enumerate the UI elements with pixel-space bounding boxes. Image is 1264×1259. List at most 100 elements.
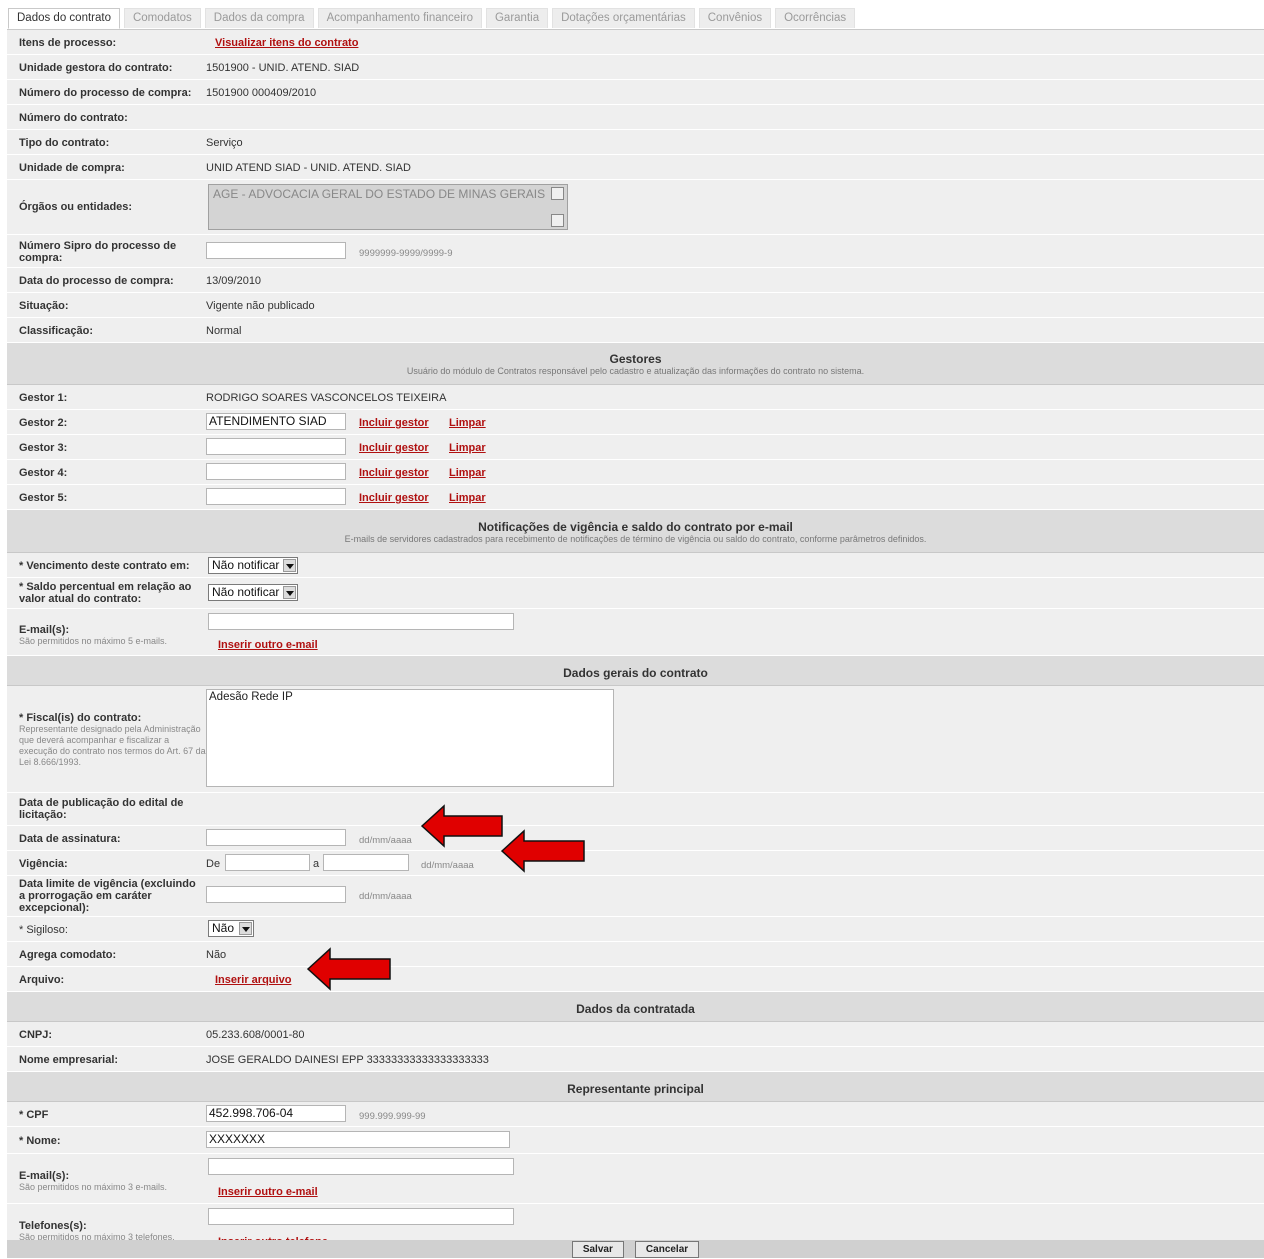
gestor-4-input[interactable] [206, 463, 346, 480]
notificacoes-desc: E-mails de servidores cadastrados para r… [344, 534, 927, 544]
scroll-up-icon[interactable] [551, 187, 564, 200]
unidade-gestora-label: Unidade gestora do contrato: [19, 62, 173, 74]
saldo-select[interactable]: Não notificar [208, 584, 298, 601]
telefone-input[interactable] [208, 1208, 514, 1225]
tab-garantia[interactable]: Garantia [485, 8, 549, 28]
incluir-gestor-4-link[interactable]: Incluir gestor [359, 467, 429, 479]
email-notif-sub: São permitidos no máximo 5 e-mails. [19, 636, 168, 646]
assinatura-hint: dd/mm/aaaa [359, 835, 412, 846]
row-gestor-1: Gestor 1: RODRIGO SOARES VASCONCELOS TEI… [7, 385, 1264, 410]
dados-gerais-section-header: Dados gerais do contrato [7, 656, 1264, 686]
chevron-down-icon[interactable] [283, 559, 296, 572]
notificacoes-title: Notificações de vigência e saldo do cont… [478, 520, 793, 534]
sipro-hint: 9999999-9999/9999-9 [359, 248, 453, 259]
row-vencimento: * Vencimento deste contrato em: Não noti… [7, 553, 1264, 578]
sigiloso-label: * Sigiloso: [19, 924, 68, 936]
incluir-gestor-2-link[interactable]: Incluir gestor [359, 417, 429, 429]
row-unidade-gestora: Unidade gestora do contrato: 1501900 - U… [7, 55, 1264, 80]
orgaos-listbox[interactable]: AGE - ADVOCACIA GERAL DO ESTADO DE MINAS… [208, 184, 568, 230]
cnpj-value: 05.233.608/0001-80 [206, 1029, 305, 1041]
dados-gerais-title: Dados gerais do contrato [563, 666, 708, 680]
row-unidade-compra: Unidade de compra: UNID ATEND SIAD - UNI… [7, 155, 1264, 180]
cpf-input[interactable]: 452.998.706-04 [206, 1105, 346, 1122]
row-arquivo: Arquivo: Inserir arquivo [7, 967, 1264, 992]
tab-ocorrencias[interactable]: Ocorrências [775, 8, 856, 28]
row-emails-notif: E-mail(s): São permitidos no máximo 5 e-m… [7, 609, 1264, 656]
row-situacao: Situação: Vigente não publicado [7, 293, 1264, 318]
gestor-3-input[interactable] [206, 438, 346, 455]
limpar-gestor-4-link[interactable]: Limpar [449, 467, 486, 479]
sipro-input[interactable] [206, 242, 346, 259]
tab-dotacoes[interactable]: Dotações orçamentárias [552, 8, 695, 28]
limpar-gestor-5-link[interactable]: Limpar [449, 492, 486, 504]
vigencia-inicio-input[interactable] [225, 854, 310, 871]
fiscal-label: * Fiscal(is) do contrato: Representante d… [19, 712, 209, 768]
vigencia-fim-input[interactable] [323, 854, 409, 871]
inserir-email-notif-link[interactable]: Inserir outro e-mail [218, 639, 318, 651]
contract-form: Itens de processo: Visualizar itens do c… [7, 29, 1264, 1253]
row-gestor-3: Gestor 3: Incluir gestor Limpar [7, 435, 1264, 460]
limpar-gestor-2-link[interactable]: Limpar [449, 417, 486, 429]
contratada-title: Dados da contratada [576, 1002, 695, 1016]
email-notif-input[interactable] [208, 613, 514, 630]
visualizar-itens-link[interactable]: Visualizar itens do contrato [215, 37, 358, 49]
vigencia-de-text: De [206, 858, 221, 870]
classificacao-value: Normal [206, 325, 242, 337]
cancelar-button[interactable]: Cancelar [634, 1241, 700, 1258]
situacao-value: Vigente não publicado [206, 300, 315, 312]
row-nome-rep: * Nome: XXXXXXX [7, 1127, 1264, 1154]
tab-convenios[interactable]: Convênios [698, 8, 772, 28]
incluir-gestor-3-link[interactable]: Incluir gestor [359, 442, 429, 454]
row-email-rep: E-mail(s): São permitidos no máximo 3 e-m… [7, 1154, 1264, 1204]
representante-section-header: Representante principal [7, 1072, 1264, 1102]
tipo-value: Serviço [206, 137, 243, 149]
limite-hint: dd/mm/aaaa [359, 891, 412, 902]
cpf-label: * CPF [19, 1109, 49, 1121]
gestor-2-input[interactable]: ATENDIMENTO SIAD [206, 413, 346, 430]
sigiloso-select[interactable]: Não [208, 920, 254, 937]
classificacao-label: Classificação: [19, 325, 93, 337]
vencimento-select[interactable]: Não notificar [208, 557, 298, 574]
email-rep-input[interactable] [208, 1158, 514, 1175]
row-tipo: Tipo do contrato: Serviço [7, 130, 1264, 155]
row-cpf: * CPF 452.998.706-04 999.999.999-99 [7, 1102, 1264, 1127]
gestor-4-label: Gestor 4: [19, 467, 68, 479]
vencimento-label: * Vencimento deste contrato em: [19, 560, 190, 572]
gestor-5-input[interactable] [206, 488, 346, 505]
salvar-button[interactable]: Salvar [571, 1241, 624, 1258]
nome-rep-input[interactable]: XXXXXXX [206, 1131, 510, 1148]
orgaos-option[interactable]: AGE - ADVOCACIA GERAL DO ESTADO DE MINAS… [213, 187, 545, 201]
tab-dados-compra[interactable]: Dados da compra [204, 8, 314, 28]
gestores-title: Gestores [609, 352, 662, 366]
tab-bar: Dados do contrato Comodatos Dados da com… [8, 8, 856, 29]
chevron-down-icon[interactable] [239, 922, 252, 935]
tab-acompanhamento-financeiro[interactable]: Acompanhamento financeiro [317, 8, 482, 28]
inserir-arquivo-link[interactable]: Inserir arquivo [215, 974, 291, 986]
unidade-gestora-value: 1501900 - UNID. ATEND. SIAD [206, 62, 360, 74]
gestores-desc: Usuário do módulo de Contratos responsáv… [406, 366, 865, 376]
row-gestor-5: Gestor 5: Incluir gestor Limpar [7, 485, 1264, 510]
nome-empresarial-value: JOSE GERALDO DAINESI EPP 333333333333333… [206, 1054, 489, 1066]
fiscal-textarea[interactable]: Adesão Rede IP [206, 689, 614, 787]
fiscal-label-text: * Fiscal(is) do contrato: [19, 712, 142, 724]
limpar-gestor-3-link[interactable]: Limpar [449, 442, 486, 454]
unidade-compra-label: Unidade de compra: [19, 162, 125, 174]
inserir-email-rep-link[interactable]: Inserir outro e-mail [218, 1186, 318, 1198]
saldo-selected: Não notificar [212, 585, 280, 599]
assinatura-label: Data de assinatura: [19, 833, 121, 845]
chevron-down-icon[interactable] [283, 586, 296, 599]
limite-input[interactable] [206, 886, 346, 903]
tab-comodatos[interactable]: Comodatos [123, 8, 201, 28]
incluir-gestor-5-link[interactable]: Incluir gestor [359, 492, 429, 504]
orgaos-scrollbar[interactable] [551, 187, 565, 227]
scroll-down-icon[interactable] [551, 214, 564, 227]
gestor-1-label: Gestor 1: [19, 392, 68, 404]
row-gestor-4: Gestor 4: Incluir gestor Limpar [7, 460, 1264, 485]
tab-dados-contrato[interactable]: Dados do contrato [8, 8, 120, 29]
situacao-label: Situação: [19, 300, 69, 312]
data-processo-value: 13/09/2010 [206, 275, 262, 287]
assinatura-input[interactable] [206, 829, 346, 846]
tipo-label: Tipo do contrato: [19, 137, 110, 149]
row-fiscal: * Fiscal(is) do contrato: Representante d… [7, 686, 1264, 793]
gestor-1-value: RODRIGO SOARES VASCONCELOS TEIXEIRA [206, 392, 447, 404]
